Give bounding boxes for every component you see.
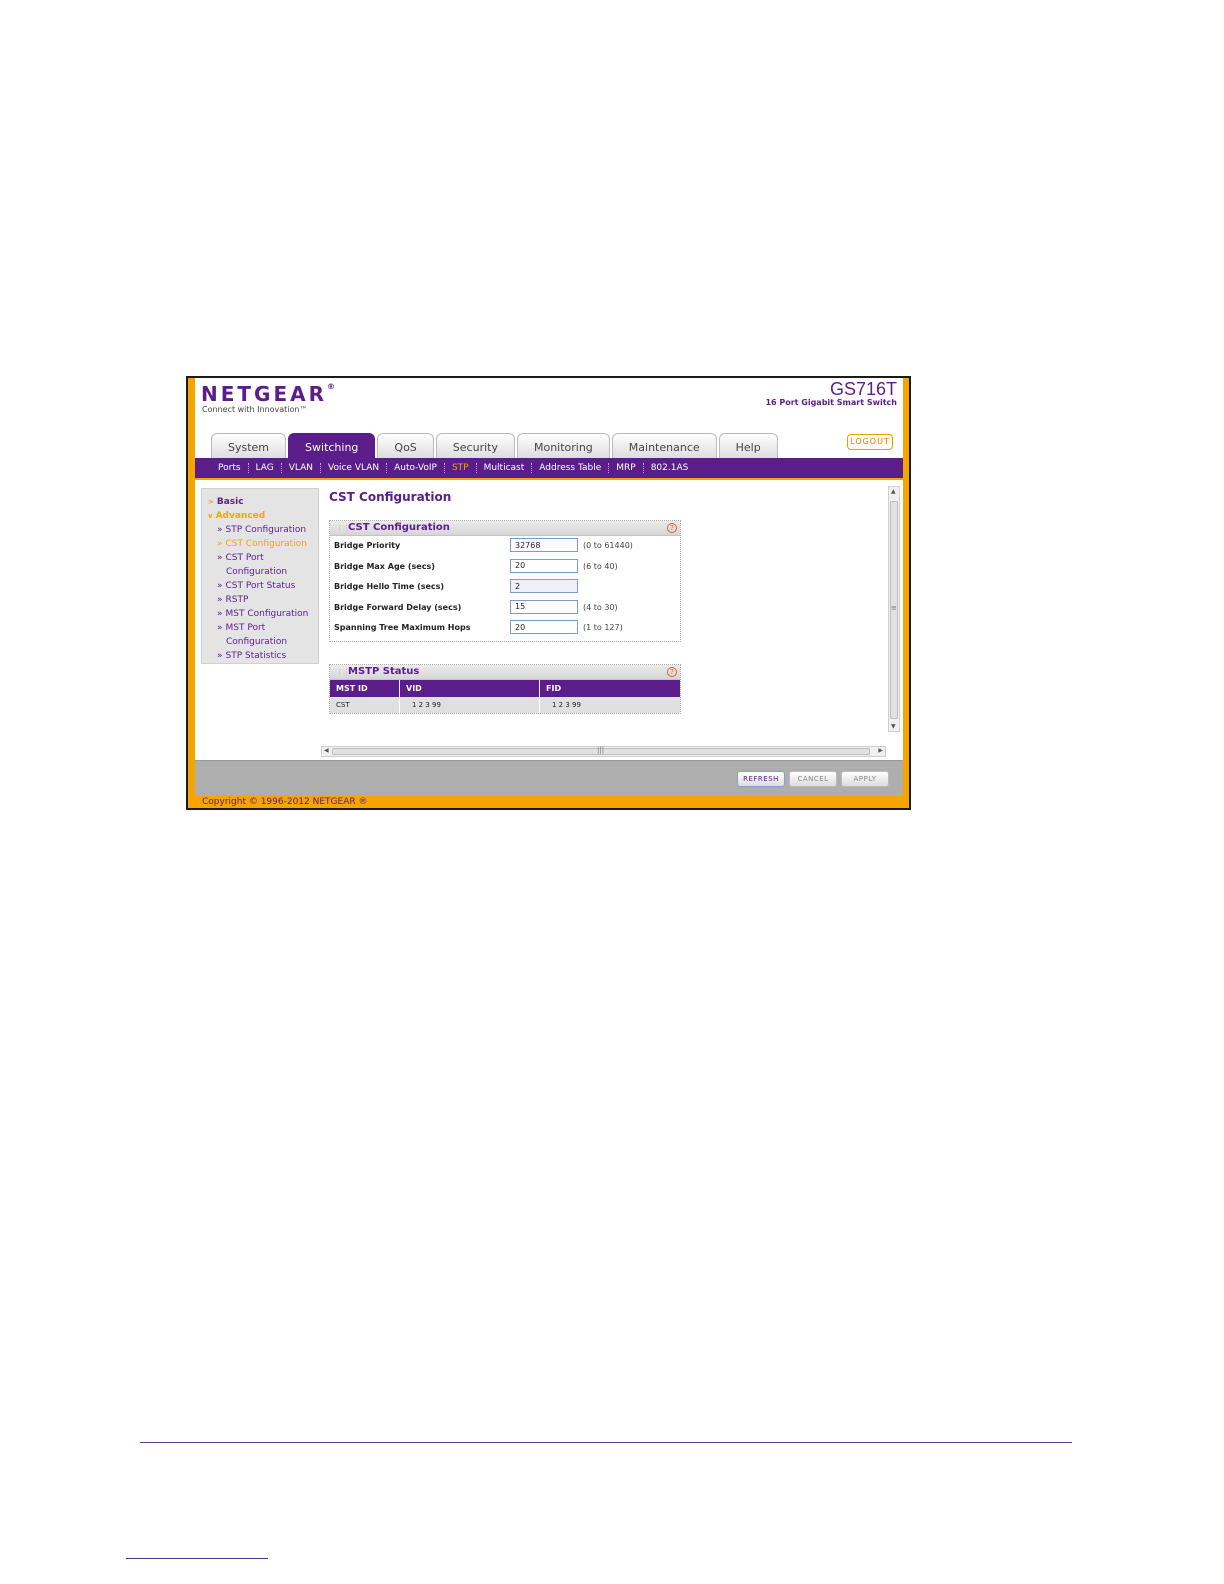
scroll-left-icon[interactable]: ◀ [324, 747, 329, 754]
menu-basic[interactable]: > Basic [202, 495, 318, 509]
menu-item-mst-configuration[interactable]: » MST Configuration [202, 607, 318, 621]
main-content: CST Configuration ⋮⋮ CST Configuration ?… [329, 480, 889, 740]
scroll-up-icon[interactable]: ▲ [891, 488, 896, 495]
column-header-vid: VID [400, 680, 540, 697]
chevron-down-icon: v [208, 512, 213, 520]
mstp-status-panel: ⋮⋮ MSTP Status ? MST ID VID FID CST 1 2 … [329, 664, 681, 714]
vertical-scrollbar[interactable]: ▲ ≡ ▼ [888, 486, 900, 732]
cst-configuration-panel: ⋮⋮ CST Configuration ? Bridge Priority (… [329, 520, 681, 642]
bridge-forward-delay-input[interactable] [510, 599, 578, 614]
field-row-bridge-hello-time: Bridge Hello Time (secs) [330, 577, 680, 598]
bridge-priority-input[interactable] [510, 538, 578, 552]
field-row-bridge-max-age: Bridge Max Age (secs) (6 to 40) [330, 557, 680, 578]
subnav-stp[interactable]: STP [445, 463, 477, 473]
menu-item-stp-configuration[interactable]: » STP Configuration [202, 523, 318, 537]
help-icon[interactable]: ? [667, 523, 677, 533]
tab-monitoring[interactable]: Monitoring [516, 433, 610, 459]
subnav-multicast[interactable]: Multicast [477, 463, 533, 473]
tagline: Connect with Innovation™ [202, 405, 308, 414]
header: NETGEAR® Connect with Innovation™ GS716T… [195, 378, 903, 460]
scroll-right-icon[interactable]: ▶ [878, 747, 883, 754]
tab-switching[interactable]: Switching [288, 433, 376, 459]
panel-header: ⋮⋮ MSTP Status ? [330, 665, 680, 680]
subnav-lag[interactable]: LAG [249, 463, 282, 473]
logout-button[interactable]: LOGOUT [847, 434, 893, 450]
apply-button[interactable]: APPLY [841, 771, 889, 787]
subnav-auto-voip[interactable]: Auto-VoIP [387, 463, 445, 473]
main-tabs: System Switching QoS Security Monitoring… [211, 433, 778, 459]
tab-system[interactable]: System [211, 433, 287, 459]
field-row-max-hops: Spanning Tree Maximum Hops (1 to 127) [330, 618, 680, 639]
menu-item-cst-configuration[interactable]: » CST Configuration [202, 537, 318, 551]
menu-item-stp-statistics[interactable]: » STP Statistics [202, 649, 318, 663]
content-area: > Basic v Advanced » STP Configuration » CST… [195, 480, 903, 760]
table-row: CST 1 2 3 99 1 2 3 99 [330, 697, 680, 713]
table-header: MST ID VID FID [330, 680, 680, 697]
menu-item-mst-port-configuration[interactable]: » MST Port Configuration [202, 621, 318, 649]
panel-title: CST Configuration [348, 522, 450, 533]
menu-item-cst-port-configuration[interactable]: » CST Port Configuration [202, 551, 318, 579]
copyright: Copyright © 1996-2012 NETGEAR ® [202, 797, 368, 807]
screenshot-window: NETGEAR® Connect with Innovation™ GS716T… [186, 376, 911, 810]
grip-icon: ≡ [891, 604, 897, 612]
sub-navigation: Ports LAG VLAN Voice VLAN Auto-VoIP STP … [195, 458, 903, 478]
column-header-fid: FID [546, 684, 562, 693]
scroll-down-icon[interactable]: ▼ [891, 723, 896, 730]
panel-header: ⋮⋮ CST Configuration ? [330, 521, 680, 536]
menu-advanced[interactable]: v Advanced [202, 509, 318, 523]
panel-title: MSTP Status [348, 666, 420, 677]
subnav-vlan[interactable]: VLAN [282, 463, 322, 473]
subnav-8021as[interactable]: 802.1AS [644, 463, 696, 473]
horizontal-scrollbar[interactable]: ◀ ||| ▶ [321, 746, 886, 757]
subnav-ports[interactable]: Ports [211, 463, 249, 473]
grip-icon: ||| [597, 746, 605, 754]
max-hops-input[interactable] [510, 620, 578, 634]
bridge-hello-time-input [510, 579, 578, 593]
menu-item-cst-port-status[interactable]: » CST Port Status [202, 579, 318, 593]
subnav-address-table[interactable]: Address Table [532, 463, 610, 473]
button-bar: REFRESH CANCEL APPLY [195, 760, 903, 796]
subnav-mrp[interactable]: MRP [609, 463, 644, 473]
help-icon[interactable]: ? [667, 667, 677, 677]
menu-item-rstp[interactable]: » RSTP [202, 593, 318, 607]
page-title: CST Configuration [329, 490, 452, 504]
footer-rule [126, 1558, 268, 1559]
subnav-voice-vlan[interactable]: Voice VLAN [321, 463, 388, 473]
model-description: 16 Port Gigabit Smart Switch [765, 398, 897, 407]
model-name: GS716T [829, 379, 897, 399]
left-menu: > Basic v Advanced » STP Configuration » CST… [201, 488, 319, 664]
tab-maintenance[interactable]: Maintenance [611, 433, 717, 459]
tab-qos[interactable]: QoS [377, 433, 434, 459]
netgear-logo: NETGEAR® [201, 382, 335, 406]
chevron-right-icon: > [208, 498, 214, 506]
bridge-max-age-input[interactable] [510, 558, 578, 573]
footer-divider [140, 1442, 1072, 1443]
field-row-bridge-forward-delay: Bridge Forward Delay (secs) (4 to 30) [330, 598, 680, 619]
refresh-button[interactable]: REFRESH [737, 771, 785, 787]
cancel-button[interactable]: CANCEL [789, 771, 837, 787]
field-row-bridge-priority: Bridge Priority (0 to 61440) [330, 536, 680, 557]
column-header-mst-id: MST ID [330, 680, 400, 697]
tab-security[interactable]: Security [435, 433, 515, 459]
tab-help[interactable]: Help [718, 433, 778, 459]
